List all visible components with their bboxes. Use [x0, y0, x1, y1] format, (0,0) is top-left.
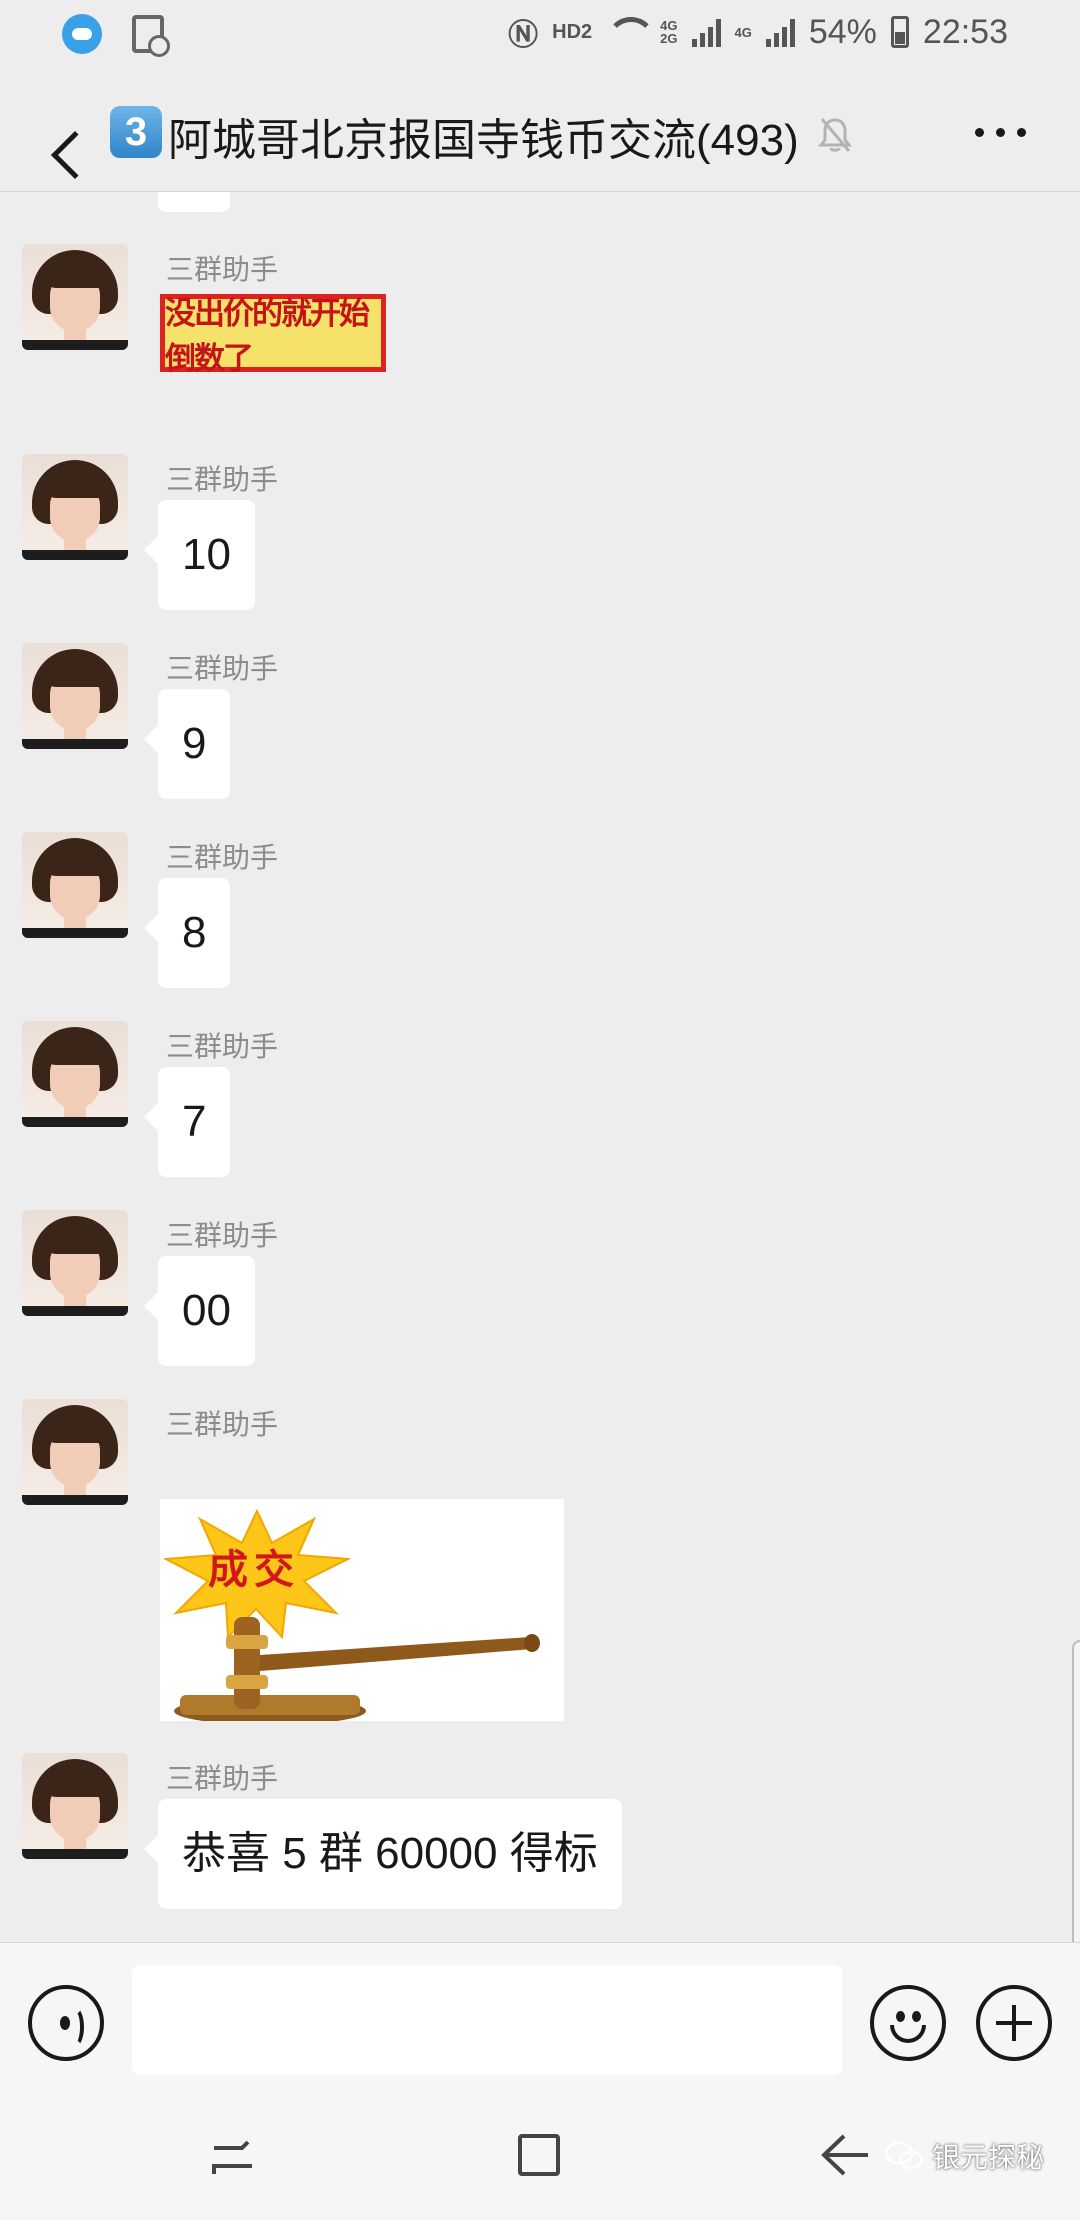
back-button[interactable] [20, 98, 100, 180]
gavel-icon [174, 1617, 540, 1721]
countdown-sticker[interactable]: 没出价的就开始倒数了 [160, 294, 386, 376]
message-bubble[interactable]: 9 [143, 689, 231, 799]
recent-apps-icon[interactable] [212, 2138, 256, 2178]
sender-avatar[interactable] [22, 1021, 128, 1127]
screenshot-notification-icon [132, 15, 170, 57]
message-bubble[interactable]: 8 [143, 878, 231, 988]
sender-name: 三群助手 [166, 842, 279, 873]
wechat-logo-icon [884, 2141, 924, 2170]
battery-icon [890, 16, 909, 48]
back-arrow-icon[interactable] [820, 2130, 870, 2180]
chat-header: 3 阿城哥北京报国寺钱币交流(493) [0, 68, 1080, 192]
network-type-label: 2G [660, 31, 678, 46]
sender-name: 三群助手 [166, 464, 279, 495]
signal-icon [765, 17, 795, 47]
input-bar [0, 1942, 1080, 2094]
deal-gavel-image[interactable]: 成交 [160, 1499, 564, 1721]
sender-name: 三群助手 [166, 653, 279, 684]
clock: 22:53 [922, 12, 1008, 51]
voice-icon[interactable] [28, 1985, 104, 2061]
sender-avatar[interactable] [22, 454, 128, 560]
weather-app-icon [62, 14, 102, 54]
status-bar: Ⓝ HD2 4G 2G 4G 54% 22:53 [0, 0, 1080, 68]
chat-title: 阿城哥北京报国寺钱币交流(493) [168, 116, 799, 165]
home-icon[interactable] [518, 2134, 560, 2176]
message-bubble[interactable]: 10 [144, 500, 255, 610]
sticker-text: 没出价的就开始倒数了 [165, 296, 370, 376]
network-type-label: 4G [734, 24, 752, 40]
sender-name: 三群助手 [166, 1220, 279, 1251]
plus-icon[interactable] [976, 1985, 1052, 2061]
wifi-icon [606, 17, 657, 47]
emoji-icon[interactable] [870, 1985, 946, 2061]
sender-name: 三群助手 [166, 254, 279, 285]
message-input[interactable] [132, 1965, 842, 2075]
partial-message-bubble [158, 192, 230, 212]
signal-icon [691, 17, 721, 47]
sender-name: 三群助手 [166, 1409, 279, 1440]
nfc-icon: Ⓝ [508, 19, 539, 52]
sender-name: 三群助手 [166, 1031, 279, 1062]
back-icon [50, 130, 100, 180]
sender-avatar[interactable] [22, 1753, 128, 1859]
watermark: 银元探秘 [884, 2136, 1044, 2176]
sender-avatar[interactable] [22, 1399, 128, 1505]
watermark-text: 银元探秘 [931, 2142, 1044, 2173]
sender-avatar[interactable] [22, 1210, 128, 1316]
battery-percent: 54% [808, 12, 877, 51]
message-bubble[interactable]: 00 [144, 1256, 255, 1366]
group-number-badge: 3 [110, 106, 162, 158]
sender-name: 三群助手 [166, 1763, 279, 1794]
message-bubble[interactable]: 7 [143, 1067, 231, 1177]
more-options-button[interactable] [975, 128, 1026, 137]
hd-voice-icon: HD2 [552, 20, 593, 43]
sender-avatar[interactable] [22, 244, 128, 350]
sender-avatar[interactable] [22, 832, 128, 938]
mute-bell-icon [818, 118, 852, 152]
sender-avatar[interactable] [22, 643, 128, 749]
system-nav-bar: 银元探秘 [0, 2094, 1080, 2220]
message-bubble[interactable]: 恭喜 5 群 60000 得标 [144, 1799, 622, 1909]
